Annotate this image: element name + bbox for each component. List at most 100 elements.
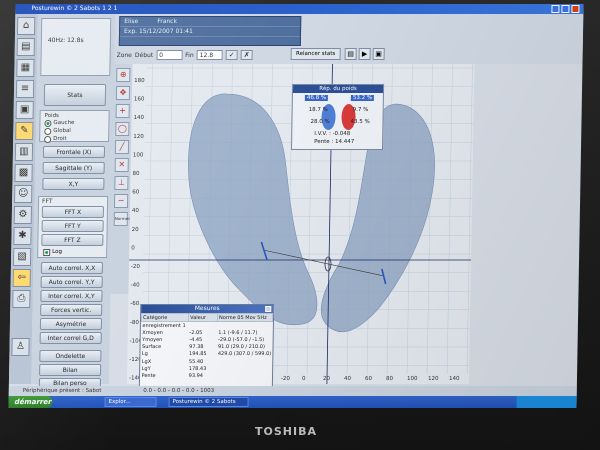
measure-cell: Xmoyen [142,329,163,336]
taskbar-item-posturewin[interactable]: Posturewin © 2 Sabots [168,397,249,407]
sagittale-button[interactable]: Sagittale (Y) [42,162,105,174]
table-icon[interactable]: ▥ [14,143,34,161]
start-button[interactable]: démarrer [8,396,53,408]
fin-field[interactable]: 12.8 [196,50,223,60]
measure-cell: LgX [141,358,152,365]
radio-gauche[interactable]: Gauche [44,119,104,127]
export-icon[interactable]: ▤ [344,48,357,60]
col-header: Norme 05 Mov 5Hz [217,313,273,322]
zone-controls: Zone Début 0 Fin 12.8 ✓ ✗ [117,48,253,62]
weight-pente: Pente : 14.447 [314,139,355,145]
y-tick-label: 20 [132,227,140,233]
asymetrie-button[interactable]: Asymétrie [39,318,103,330]
fft-x-button[interactable]: FFT X [41,206,104,218]
x-tick-label: -20 [281,376,291,382]
measures-close-icon[interactable] [265,306,272,312]
settings-icon[interactable]: ✱ [13,227,32,245]
cross-icon[interactable]: ✕ [114,158,129,172]
patient-first: Elise [124,18,139,25]
folder-icon[interactable]: ▤ [16,38,35,56]
check-button[interactable]: ✓ [225,50,238,60]
ondelette-button[interactable]: Ondelette [39,350,102,362]
measure-cell [217,365,272,372]
taskbar-item-explorer[interactable]: Explor... [104,397,157,407]
poids-group: Poids Gauche Global Droit [39,110,110,143]
inter-correl-xy-button[interactable]: Inter correl. X,Y [40,290,103,302]
measures-title: Mesures [194,305,220,312]
radio-droit[interactable]: Droit [44,135,104,143]
calendar-icon[interactable]: ▩ [14,164,33,182]
measure-cell: Ymoyen [142,336,163,343]
grid-icon[interactable]: ▣ [15,101,34,119]
fft-y-button[interactable]: FFT Y [41,220,104,232]
status-coords: 0.0 - 0.0 - 0.0 - 0.0 - 1003 [143,388,215,394]
crosshair-icon[interactable]: + [115,104,130,118]
inter-correl-gd-button[interactable]: Inter correl G,D [39,332,102,344]
auto-correl-xx-button[interactable]: Auto correl. X,X [40,262,104,274]
section-label: enregistrement 1 [142,322,186,329]
x-tick-label: 40 [344,376,352,382]
frontale-button[interactable]: Frontale (X) [42,146,106,158]
stats-button[interactable]: Stats [43,84,107,106]
normes-button[interactable]: Normes [113,212,130,226]
side-panel: 40Hz: 12.8s Stats Poids Gauche Global Dr… [30,14,116,388]
list-icon[interactable]: ≡ [15,80,35,98]
close-button[interactable] [571,5,580,13]
maximize-button[interactable] [561,5,570,13]
forward-icon[interactable]: ▶ [358,48,371,60]
note-icon[interactable]: ✎ [15,122,34,140]
walk-icon[interactable]: ♙ [11,338,30,356]
measure-cell: 429.0 (307.0 / 599.0) [217,351,272,358]
measure-row: LgY 178.43 [141,365,272,372]
measures-rows: Xmoyen -2.05 1.1 (-9.6 / 11.7) Ymoyen -4.45 -… [140,329,272,379]
y-tick-label: 80 [133,171,141,177]
fin-label: Fin [185,51,194,59]
pan-icon[interactable]: ✥ [115,86,131,100]
xy-button[interactable]: X,Y [42,178,105,190]
patient-info: Elise Franck Exp. 15/12/2007 01:41 [118,16,302,46]
book-icon[interactable]: ▧ [12,248,32,266]
radio-icon [44,119,52,127]
radio-global[interactable]: Global [44,127,104,135]
weight-bot-left: 28.0 % [310,119,330,125]
zone-label: Zone [116,51,132,59]
y-tick-label: 120 [133,134,144,140]
cancel-x-button[interactable]: ✗ [240,50,253,60]
chart-line-icon[interactable]: ~ [113,194,129,208]
window-titlebar: Posturewin © 2 Sabots 1 2 1 [15,4,584,14]
measure-row: LgX 55.40 [141,358,272,365]
measure-cell: 97.38 [189,344,204,351]
bilan-button[interactable]: Bilan [39,364,102,376]
person-icon[interactable]: ☺ [14,185,33,203]
patient-last: Franck [157,18,178,25]
measure-row: Ymoyen -4.45 -29.0 (-57.0 / -1.5) [141,336,272,343]
home-icon[interactable]: ⌂ [16,17,36,35]
frequency-box: 40Hz: 12.8s [40,18,112,76]
zoom-icon[interactable]: ⊕ [116,68,131,82]
grid-line [426,64,433,374]
axis-icon[interactable]: ⊥ [114,176,129,190]
y-tick-label: 60 [132,190,140,196]
relancer-stats-button[interactable]: Relancer stats [290,48,341,60]
minimize-button[interactable] [551,5,560,13]
log-checkbox[interactable]: Log [43,248,62,256]
debut-field[interactable]: 0 [156,50,183,60]
weight-ivv: I.V.V. : -0.048 [314,131,351,137]
ellipse-icon[interactable]: ◯ [115,122,130,136]
measure-cell: 55.40 [188,358,204,365]
print-icon[interactable]: ⎙ [12,290,31,308]
line-icon[interactable]: ╱ [114,140,130,154]
save-icon[interactable]: ▣ [372,48,385,60]
grid-line [446,64,453,374]
chart-icon[interactable]: ▦ [16,59,35,77]
patient-name: Elise Franck [120,17,301,27]
grid-line [466,64,473,374]
radio-icon [44,135,52,143]
fft-z-button[interactable]: FFT Z [41,234,104,246]
auto-correl-yy-button[interactable]: Auto correl. Y,Y [40,276,103,288]
forces-vertic-button[interactable]: Forces vertic. [40,304,103,316]
measures-window[interactable]: Mesures Catégorie Valeur Norme 05 Mov 5H… [138,304,275,398]
gear-icon[interactable]: ⚙ [13,206,32,224]
back-arrow-icon[interactable]: ⇦ [12,269,31,287]
exam-line: Exp. 15/12/2007 01:41 [119,27,301,37]
